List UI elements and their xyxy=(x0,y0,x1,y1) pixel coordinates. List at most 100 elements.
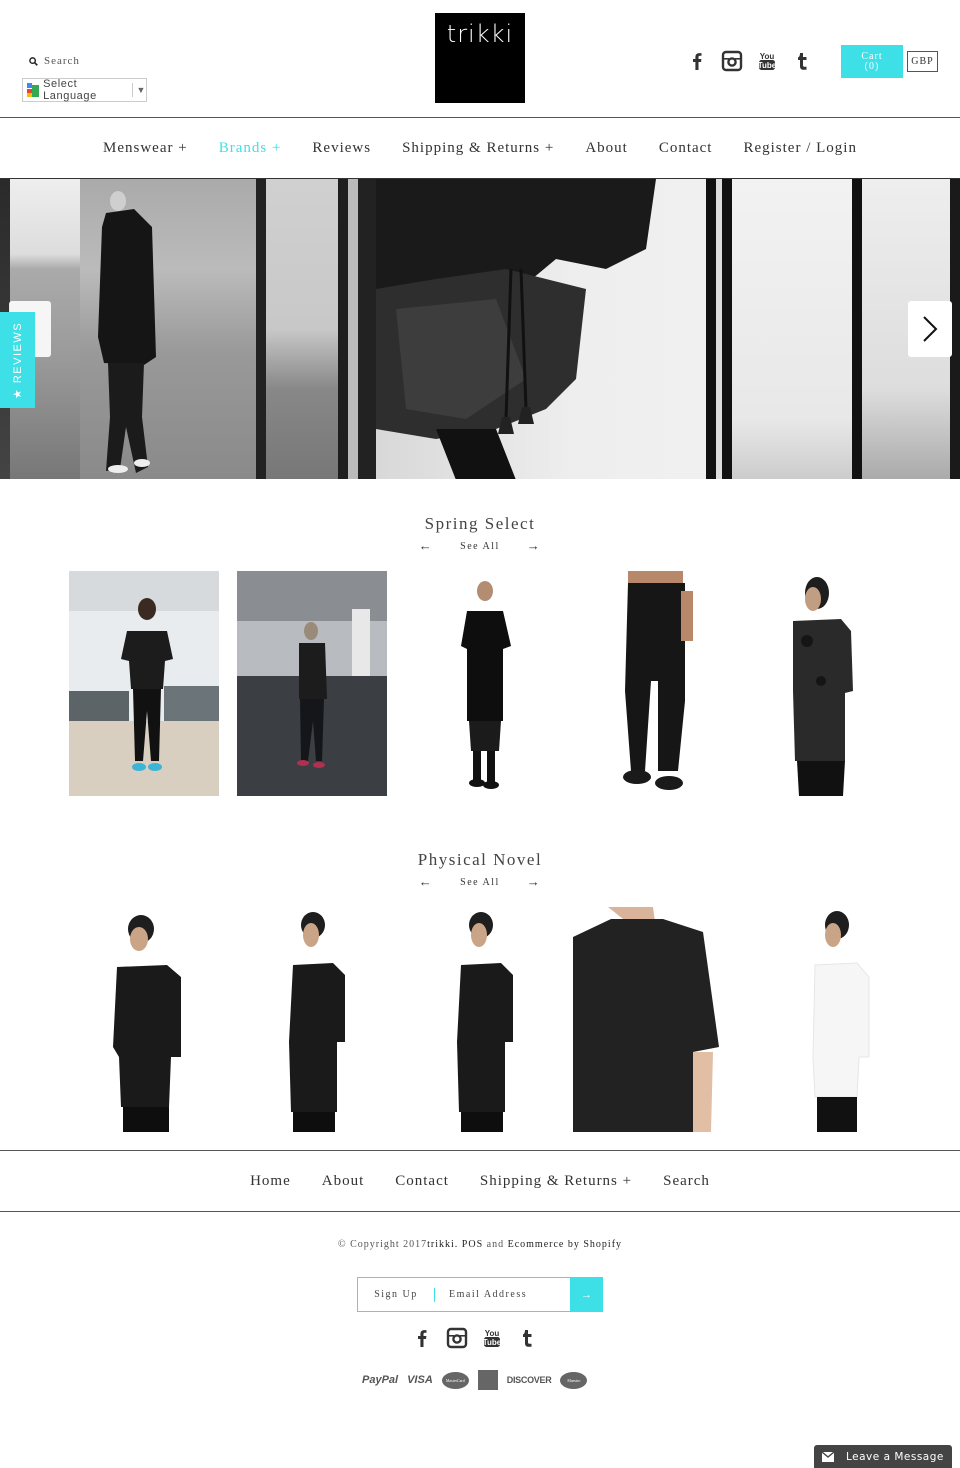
nav-brands[interactable]: Brands + xyxy=(219,140,282,157)
site-logo[interactable]: trikki xyxy=(435,13,525,103)
logo-text: trikki xyxy=(446,20,514,48)
main-navigation: Menswear + Brands + Reviews Shipping & R… xyxy=(0,118,960,178)
cart-count: (0) xyxy=(864,61,880,72)
product-card[interactable] xyxy=(237,907,387,1132)
amex-icon xyxy=(477,1370,498,1390)
nav-register-login[interactable]: Register / Login xyxy=(743,140,857,157)
footer-social-links: You Tube xyxy=(411,1327,538,1349)
facebook-link[interactable] xyxy=(686,50,708,72)
product-card[interactable] xyxy=(69,907,219,1132)
hero-image-strip xyxy=(338,179,348,479)
product-card[interactable] xyxy=(69,571,219,796)
instagram-link[interactable] xyxy=(721,50,743,72)
product-card[interactable] xyxy=(237,571,387,796)
nav-about[interactable]: About xyxy=(585,140,628,157)
pos-link[interactable]: POS xyxy=(462,1239,483,1250)
divider xyxy=(131,83,133,97)
footer-navigation: Home About Contact Shipping & Returns + … xyxy=(0,1150,960,1212)
newsletter-signup: Sign Up → xyxy=(357,1277,603,1312)
youtube-link[interactable]: You Tube xyxy=(481,1327,503,1349)
arrow-right-icon[interactable]: → xyxy=(514,538,554,554)
reviews-tab-label: ★ REVIEWS xyxy=(12,321,24,399)
product-card[interactable] xyxy=(573,907,723,1132)
product-card[interactable] xyxy=(405,571,555,796)
product-card[interactable] xyxy=(741,907,891,1132)
tumblr-link[interactable] xyxy=(791,50,813,72)
product-image xyxy=(573,907,723,1132)
hero-image-strip xyxy=(348,179,358,479)
leave-message-chat-button[interactable]: Leave a Message xyxy=(814,1445,952,1468)
cart-button[interactable]: Cart (0) xyxy=(841,45,903,78)
collection-physical-novel: Physical Novel ← See All → xyxy=(0,850,960,1132)
arrow-left-icon[interactable]: ← xyxy=(406,538,446,554)
see-all-link[interactable]: See All xyxy=(446,541,514,552)
product-grid xyxy=(0,571,960,796)
site-header: Search Select Language ▼ trikki You Tube … xyxy=(0,0,960,118)
shopify-link[interactable]: Ecommerce by Shopify xyxy=(508,1239,622,1250)
hero-next-button[interactable] xyxy=(908,301,952,357)
youtube-link[interactable]: You Tube xyxy=(756,50,778,72)
arrow-right-icon[interactable]: → xyxy=(514,874,554,890)
svg-text:Tube: Tube xyxy=(758,61,777,70)
signup-label: Sign Up xyxy=(374,1289,418,1300)
hero-image-strip xyxy=(722,179,732,479)
product-card[interactable] xyxy=(741,571,891,796)
currency-selector[interactable]: GBP xyxy=(907,51,938,72)
collection-title: Spring Select xyxy=(424,514,536,533)
facebook-icon xyxy=(693,53,702,70)
facebook-icon xyxy=(418,1330,427,1347)
nav-shipping-returns[interactable]: Shipping & Returns + xyxy=(402,140,554,157)
envelope-icon xyxy=(822,1451,834,1462)
product-card[interactable] xyxy=(573,571,723,796)
hero-image-strip xyxy=(266,179,338,479)
collection-title: Physical Novel xyxy=(417,850,543,869)
tumblr-link[interactable] xyxy=(516,1327,538,1349)
copyright: © Copyright 2017trikki. POS and Ecommerc… xyxy=(0,1239,960,1250)
see-all-link[interactable]: See All xyxy=(446,877,514,888)
footer-nav-contact[interactable]: Contact xyxy=(395,1173,449,1190)
language-select-label: Select Language xyxy=(43,78,97,102)
youtube-icon: YouTube xyxy=(758,52,777,70)
nav-contact[interactable]: Contact xyxy=(659,140,713,157)
hero-image-strip xyxy=(358,179,376,479)
maestro-icon: Maestro xyxy=(560,1371,588,1389)
footer-nav-search[interactable]: Search xyxy=(663,1173,710,1190)
search-label: Search xyxy=(44,55,80,67)
footer-nav-shipping-returns[interactable]: Shipping & Returns + xyxy=(480,1173,632,1190)
product-image xyxy=(69,571,219,796)
collection-spring-select: Spring Select ← See All → xyxy=(0,514,960,796)
product-image xyxy=(237,907,387,1132)
instagram-link[interactable] xyxy=(446,1327,468,1349)
nav-reviews[interactable]: Reviews xyxy=(312,140,371,157)
svg-text:Tube: Tube xyxy=(483,1338,502,1347)
product-grid xyxy=(0,907,960,1132)
svg-text:You: You xyxy=(485,1329,500,1338)
brand-link[interactable]: trikki. xyxy=(427,1239,458,1250)
reviews-side-tab[interactable]: ★ REVIEWS xyxy=(0,312,35,408)
language-select[interactable]: Select Language ▼ xyxy=(22,78,147,102)
signup-submit-button[interactable]: → xyxy=(570,1277,603,1312)
product-card[interactable] xyxy=(405,907,555,1132)
product-image xyxy=(237,571,387,796)
mastercard-icon: MasterCard xyxy=(441,1371,469,1389)
footer-nav-about[interactable]: About xyxy=(322,1173,365,1190)
hero-garment-closeup xyxy=(376,179,656,479)
tumblr-icon xyxy=(523,1330,532,1347)
chevron-right-icon xyxy=(923,316,938,342)
copyright-text: © Copyright 2017 xyxy=(337,1239,428,1250)
youtube-icon: YouTube xyxy=(483,1329,502,1347)
arrow-left-icon[interactable]: ← xyxy=(406,874,446,890)
facebook-link[interactable] xyxy=(411,1327,433,1349)
instagram-icon xyxy=(446,1327,468,1349)
collection-controls: ← See All → xyxy=(0,874,960,890)
footer-nav-home[interactable]: Home xyxy=(250,1173,291,1190)
product-image xyxy=(573,571,723,796)
product-image xyxy=(405,907,555,1132)
hero-image-strip xyxy=(256,179,266,479)
email-field[interactable] xyxy=(435,1278,571,1311)
paypal-icon: PayPal xyxy=(362,1374,399,1386)
product-image xyxy=(741,571,891,796)
header-search-link[interactable]: Search xyxy=(29,55,80,67)
instagram-icon xyxy=(721,50,743,72)
nav-menswear[interactable]: Menswear + xyxy=(103,140,188,157)
